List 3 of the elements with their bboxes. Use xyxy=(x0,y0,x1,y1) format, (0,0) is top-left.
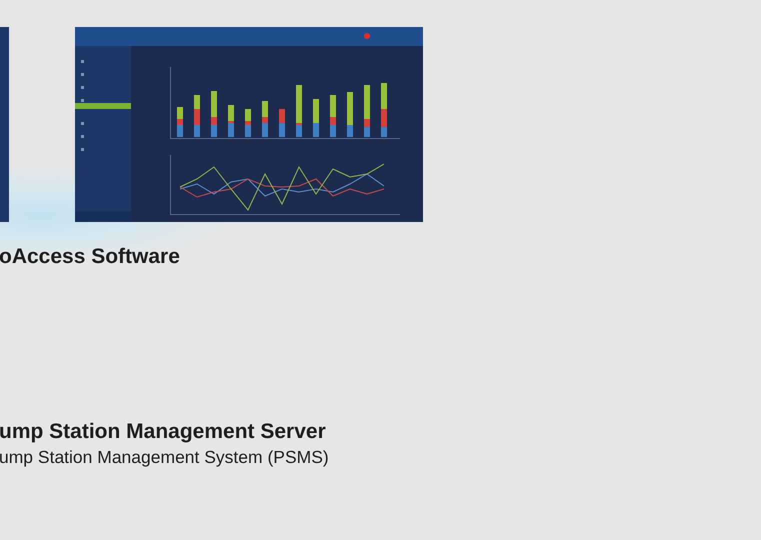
section-title: oAccess Software xyxy=(0,244,181,270)
section-subtitle: ump Station Management System (PSMS) xyxy=(0,446,330,469)
section-title: ump Station Management Server xyxy=(0,419,327,445)
